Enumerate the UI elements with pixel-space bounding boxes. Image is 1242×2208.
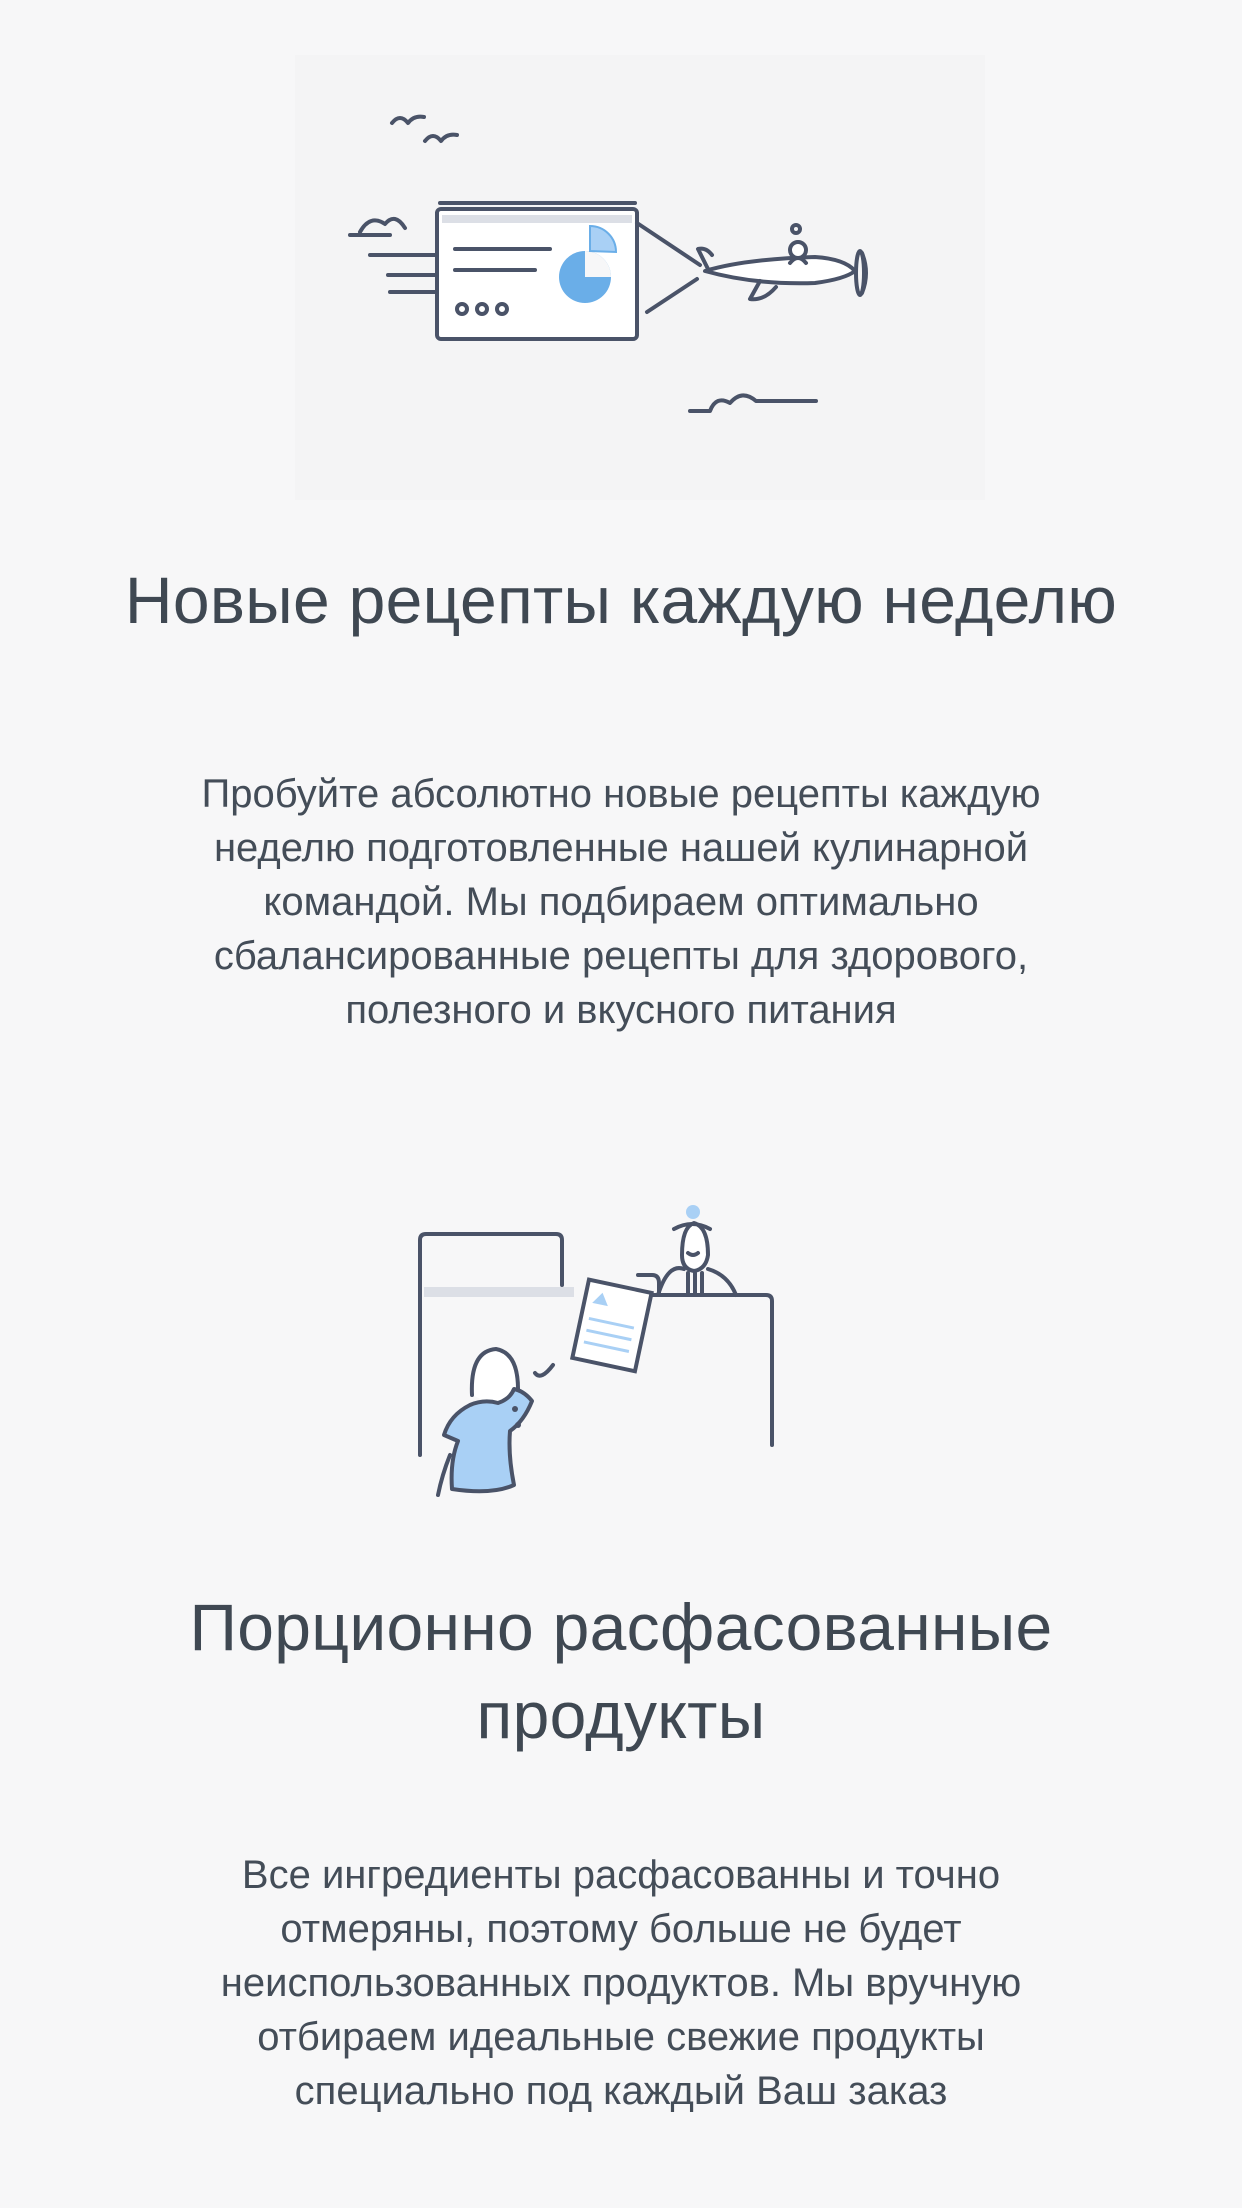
feature-portioned-products: Порционно расфасованные продукты Все инг… (0, 1100, 1242, 2208)
feature-description: Все ингредиенты расфасованны и точно отм… (220, 1853, 1022, 2113)
feature-weekly-recipes: Новые рецепты каждую неделю Пробуйте абс… (0, 0, 1242, 1100)
airplane-banner-illustration (290, 55, 990, 505)
person-handing-document-illustration (410, 1205, 790, 1605)
feature-title: Порционно расфасованные продукты (189, 1590, 1053, 1752)
feature-description: Пробуйте абсолютно новые рецепты каждую … (201, 772, 1041, 1032)
feature-title: Новые рецепты каждую неделю (124, 563, 1118, 637)
